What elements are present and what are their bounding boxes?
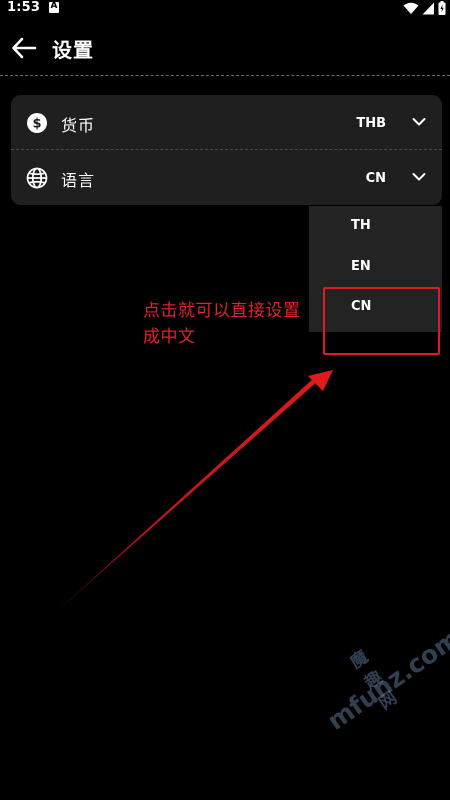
settings-card: $ 货币 THB 语言 CN [11, 95, 442, 205]
chevron-down-icon[interactable] [412, 117, 426, 127]
chevron-down-icon[interactable] [412, 172, 426, 182]
currency-row[interactable]: $ 货币 THB [11, 95, 442, 150]
status-bar: 1:53 A [0, 0, 450, 18]
currency-value: THB [356, 116, 386, 131]
globe-icon [26, 167, 48, 189]
notification-a-letter: A [50, 1, 58, 11]
signal-icon [422, 2, 434, 14]
status-time: 1:53 [7, 0, 41, 15]
option-label: EN [351, 259, 371, 274]
language-value: CN [365, 171, 386, 186]
annotation-text: 点击就可以直接设置成中文 [143, 301, 301, 347]
highlight-box [323, 287, 440, 355]
notification-a-icon: A [49, 1, 59, 13]
language-option-th[interactable]: TH [309, 206, 442, 244]
language-label: 语言 [61, 171, 96, 190]
currency-label: 货币 [61, 116, 96, 135]
language-row[interactable]: 语言 CN [11, 150, 442, 205]
option-label: TH [351, 218, 371, 233]
app-header: 设置 [0, 22, 450, 74]
language-option-en[interactable]: EN [309, 247, 442, 285]
svg-text:$: $ [32, 117, 41, 132]
battery-icon [438, 1, 446, 15]
wifi-icon [403, 2, 419, 14]
page-title: 设置 [52, 38, 94, 62]
status-icons [403, 1, 446, 15]
header-divider [0, 75, 450, 76]
watermark-url: mfunz.com [322, 623, 450, 736]
dollar-coin-icon: $ [27, 113, 47, 133]
arrow-left-icon[interactable] [10, 34, 38, 62]
